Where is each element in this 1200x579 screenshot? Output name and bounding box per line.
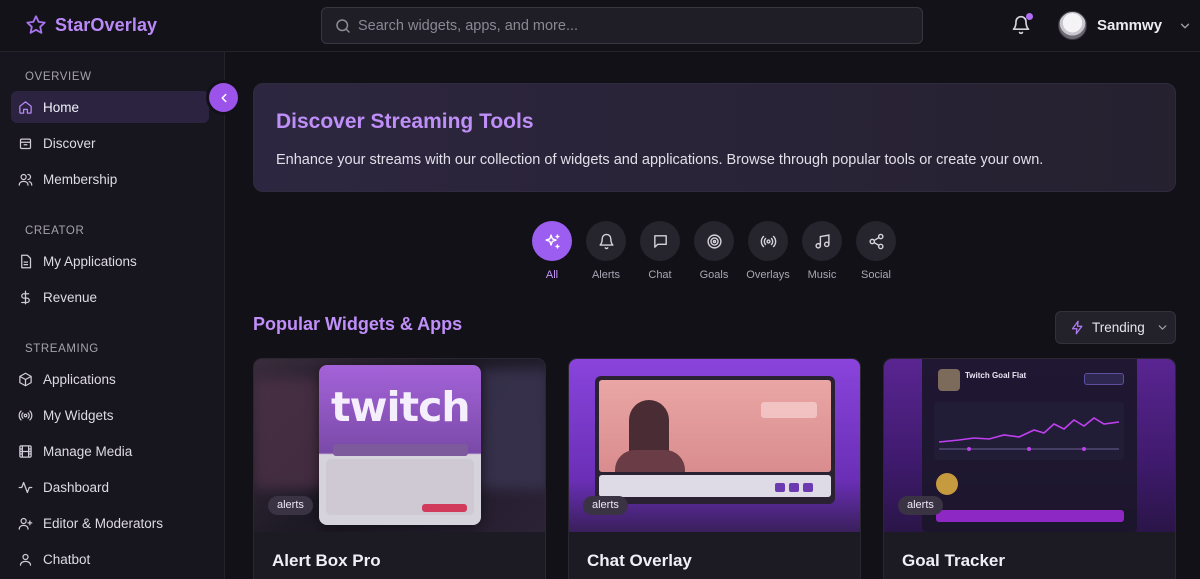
bot-icon bbox=[19, 553, 32, 566]
activity-icon bbox=[18, 481, 33, 493]
sidebar-item-label: Chatbot bbox=[43, 551, 91, 567]
category-label: Chat bbox=[648, 269, 672, 281]
sidebar-item-label: My Widgets bbox=[43, 407, 114, 423]
category-goals[interactable]: Goals bbox=[687, 221, 741, 281]
top-bar: StarOverlay Sammwy bbox=[0, 0, 1200, 52]
sidebar-item-my-applications[interactable]: My Applications bbox=[11, 245, 209, 277]
category-label: Goals bbox=[699, 269, 729, 281]
sidebar-item-dashboard[interactable]: Dashboard bbox=[11, 471, 209, 503]
category-all[interactable]: All bbox=[525, 221, 579, 281]
card-title: Goal Tracker bbox=[902, 551, 1006, 570]
sparkles-icon bbox=[544, 233, 560, 249]
category-label: Social bbox=[861, 269, 891, 281]
target-icon bbox=[706, 233, 722, 249]
sidebar-item-my-widgets[interactable]: My Widgets bbox=[11, 399, 209, 431]
search-icon bbox=[336, 19, 350, 33]
chevron-left-icon bbox=[220, 93, 227, 102]
brand-name: StarOverlay bbox=[55, 14, 158, 35]
category-tag: alerts bbox=[268, 496, 313, 515]
category-alerts[interactable]: Alerts bbox=[579, 221, 633, 281]
avatar bbox=[1058, 11, 1087, 40]
chevron-down-icon bbox=[1180, 23, 1190, 28]
sidebar-item-label: Dashboard bbox=[43, 479, 110, 495]
widget-card-chat-overlay[interactable]: alerts Chat Overlay bbox=[568, 358, 861, 579]
sidebar-item-home[interactable]: Home bbox=[11, 91, 209, 123]
user-name: Sammwy bbox=[1097, 17, 1163, 34]
category-button[interactable] bbox=[694, 221, 734, 261]
sidebar-item-label: Membership bbox=[43, 171, 118, 187]
message-icon bbox=[653, 234, 667, 248]
search-bar[interactable] bbox=[321, 7, 923, 44]
lightning-icon bbox=[1071, 320, 1083, 335]
share-icon bbox=[868, 233, 884, 249]
dollar-icon bbox=[21, 290, 30, 304]
sidebar-item-editor-moderators[interactable]: Editor & Moderators bbox=[11, 507, 209, 539]
star-logo-icon bbox=[26, 15, 46, 34]
sidebar-collapse-button[interactable] bbox=[209, 83, 238, 112]
sidebar-item-revenue[interactable]: Revenue bbox=[11, 281, 209, 313]
category-button[interactable] bbox=[748, 221, 788, 261]
file-icon bbox=[21, 254, 32, 268]
sort-label: Trending bbox=[1092, 320, 1145, 335]
sidebar-item-chatbot[interactable]: Chatbot bbox=[11, 543, 209, 575]
section-title-popular: Popular Widgets & Apps bbox=[253, 314, 463, 334]
bell-icon bbox=[598, 233, 614, 249]
category-button[interactable] bbox=[532, 221, 572, 261]
category-overlays[interactable]: Overlays bbox=[741, 221, 795, 281]
card-title: Alert Box Pro bbox=[272, 551, 381, 570]
category-chat[interactable]: Chat bbox=[633, 221, 687, 281]
widget-card-goal-tracker[interactable]: Twitch Goal Flat alerts Goal Tracker bbox=[883, 358, 1176, 579]
page-title: Discover Streaming Tools bbox=[276, 110, 534, 133]
sidebar-item-label: My Applications bbox=[43, 253, 137, 269]
sidebar-item-label: Manage Media bbox=[43, 443, 133, 459]
film-icon bbox=[19, 444, 32, 458]
broadcast-icon bbox=[760, 235, 776, 247]
package-icon bbox=[19, 372, 32, 386]
category-music[interactable]: Music bbox=[795, 221, 849, 281]
category-button[interactable] bbox=[802, 221, 842, 261]
card-title: Chat Overlay bbox=[587, 551, 692, 570]
category-button[interactable] bbox=[640, 221, 680, 261]
user-plus-icon bbox=[18, 517, 33, 530]
sidebar-item-label: Applications bbox=[43, 371, 116, 387]
goal-chart-preview bbox=[934, 402, 1124, 460]
category-label: Overlays bbox=[746, 269, 790, 281]
sidebar-section-creator: CREATOR bbox=[25, 225, 85, 237]
sidebar-section-streaming: STREAMING bbox=[25, 343, 99, 355]
sidebar-item-membership[interactable]: Membership bbox=[11, 163, 209, 195]
sidebar-item-label: Discover bbox=[43, 135, 96, 151]
category-social[interactable]: Social bbox=[849, 221, 903, 281]
sidebar-item-manage-media[interactable]: Manage Media bbox=[11, 435, 209, 467]
user-menu[interactable]: Sammwy bbox=[1058, 11, 1192, 40]
home-icon bbox=[19, 100, 32, 114]
music-icon bbox=[814, 233, 830, 249]
discover-icon bbox=[19, 138, 32, 149]
notification-dot bbox=[1026, 13, 1033, 20]
category-label: All bbox=[545, 269, 559, 281]
sort-dropdown[interactable]: Trending bbox=[1055, 311, 1176, 344]
sidebar-section-overview: OVERVIEW bbox=[25, 71, 92, 83]
sidebar: OVERVIEW Home Discover Membership CREATO… bbox=[0, 52, 225, 579]
sidebar-item-discover[interactable]: Discover bbox=[11, 127, 209, 159]
radio-icon bbox=[18, 409, 33, 421]
sidebar-item-label: Revenue bbox=[43, 289, 98, 305]
users-icon bbox=[18, 173, 33, 186]
category-button[interactable] bbox=[856, 221, 896, 261]
chevron-down-icon bbox=[1158, 325, 1167, 330]
twitch-wordmark: twitch bbox=[331, 383, 471, 431]
thumbnail-title: Twitch Goal Flat bbox=[965, 371, 1027, 380]
sidebar-item-applications[interactable]: Applications bbox=[11, 363, 209, 395]
sidebar-item-label: Home bbox=[43, 99, 80, 115]
category-tag: alerts bbox=[583, 496, 628, 515]
hero-banner: Discover Streaming Tools Enhance your st… bbox=[253, 83, 1176, 192]
widget-card-alert-box-pro[interactable]: twitch alerts Alert Box Pro bbox=[253, 358, 546, 579]
sidebar-item-label: Editor & Moderators bbox=[43, 515, 164, 531]
category-label: Music bbox=[807, 269, 837, 281]
category-button[interactable] bbox=[586, 221, 626, 261]
category-tag: alerts bbox=[898, 496, 943, 515]
hero-description: Enhance your streams with our collection… bbox=[276, 152, 1044, 168]
brand[interactable]: StarOverlay bbox=[25, 14, 157, 36]
category-label: Alerts bbox=[591, 269, 621, 281]
search-input[interactable] bbox=[358, 8, 914, 43]
